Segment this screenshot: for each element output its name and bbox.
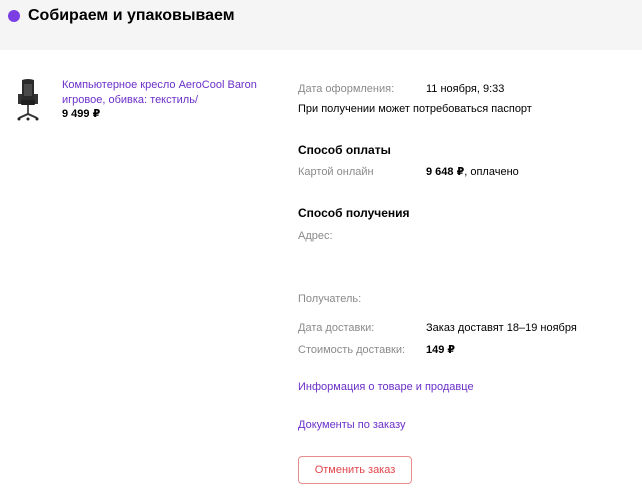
delivery-date-value: Заказ доставят 18–19 ноября [426, 322, 577, 334]
order-date-label: Дата оформления: [298, 83, 395, 95]
order-date-value: 11 ноября, 9:33 [426, 83, 505, 95]
delivery-cost-label: Стоимость доставки: [298, 344, 406, 356]
product-info-link[interactable]: Информация о товаре и продавце [298, 380, 474, 394]
order-status-header: Собираем и упаковываем [0, 0, 642, 50]
status-dot-icon [8, 10, 20, 22]
passport-note: При получении может потребоваться паспор… [298, 103, 532, 115]
payment-amount-value: 9 648 ₽ [426, 166, 465, 178]
product-name-link[interactable]: Компьютерное кресло AeroCool Baron игров… [62, 78, 272, 108]
delivery-section-title: Способ получения [298, 206, 410, 220]
product-price: 9 499 ₽ [62, 108, 101, 120]
order-documents-link[interactable]: Документы по заказу [298, 418, 406, 432]
payment-status: , оплачено [464, 166, 519, 178]
delivery-cost-value: 149 ₽ [426, 344, 456, 356]
cancel-order-button[interactable]: Отменить заказ [298, 456, 412, 484]
payment-amount: 9 648 ₽, оплачено [426, 165, 519, 179]
office-chair-icon[interactable] [15, 78, 41, 122]
address-label: Адрес: [298, 230, 333, 242]
status-title: Собираем и упаковываем [28, 7, 235, 24]
recipient-label: Получатель: [298, 293, 362, 305]
payment-method-label: Картой онлайн [298, 166, 374, 178]
delivery-date-label: Дата доставки: [298, 322, 375, 334]
payment-section-title: Способ оплаты [298, 143, 391, 157]
